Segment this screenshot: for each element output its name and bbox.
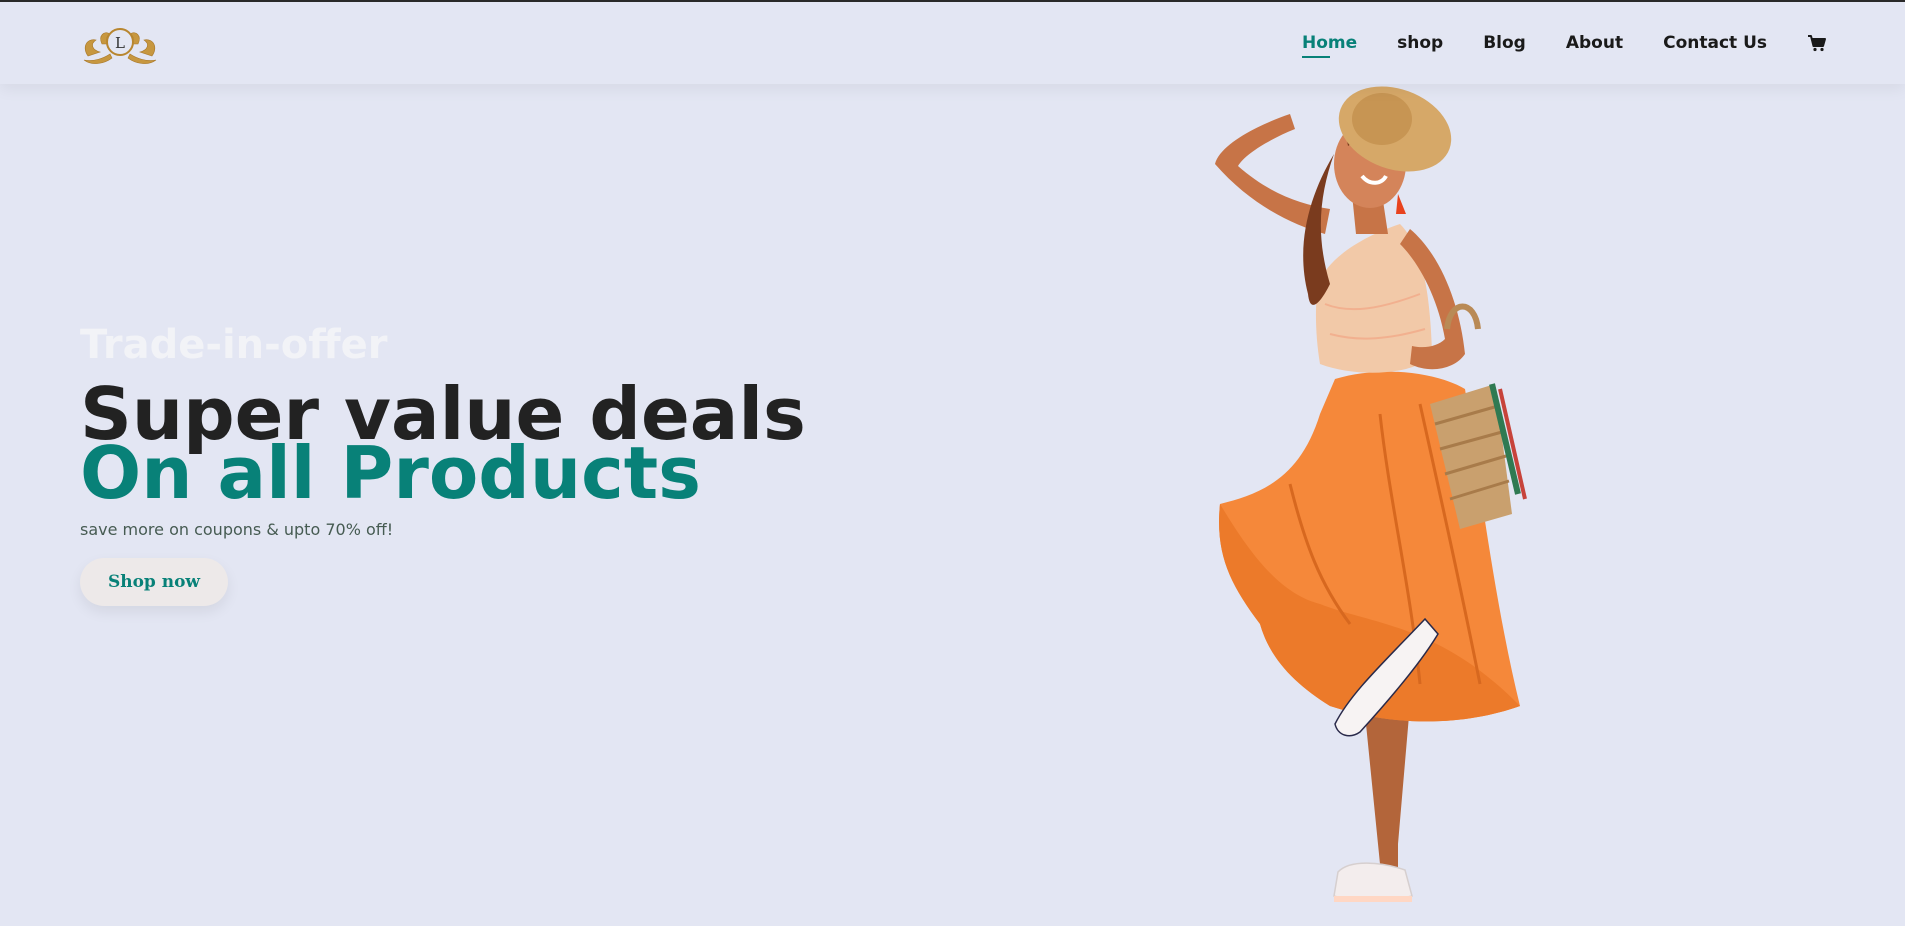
cart-icon[interactable] xyxy=(1807,33,1827,53)
main-nav: Home shop Blog About Contact Us xyxy=(1262,2,1827,84)
hero-description: save more on coupons & upto 70% off! xyxy=(80,520,394,539)
nav-shop[interactable]: shop xyxy=(1397,33,1443,53)
hero-section: Trade-in-offer Super value deals On all … xyxy=(80,0,980,926)
hero-subtitle: Trade-in-offer xyxy=(80,322,388,368)
site-header: L Home shop Blog About Contact Us xyxy=(0,2,1905,84)
nav-home[interactable]: Home xyxy=(1301,33,1357,58)
brand-logo[interactable]: L xyxy=(80,22,160,66)
hero-title-accent: On all Products xyxy=(80,431,702,515)
nav-contact[interactable]: Contact Us xyxy=(1663,33,1767,53)
nav-blog[interactable]: Blog xyxy=(1483,33,1526,53)
hero-model-image xyxy=(1215,86,1527,902)
nav-about[interactable]: About xyxy=(1566,33,1623,53)
logo-letter: L xyxy=(115,34,125,52)
shop-now-button[interactable]: Shop now xyxy=(80,558,228,606)
